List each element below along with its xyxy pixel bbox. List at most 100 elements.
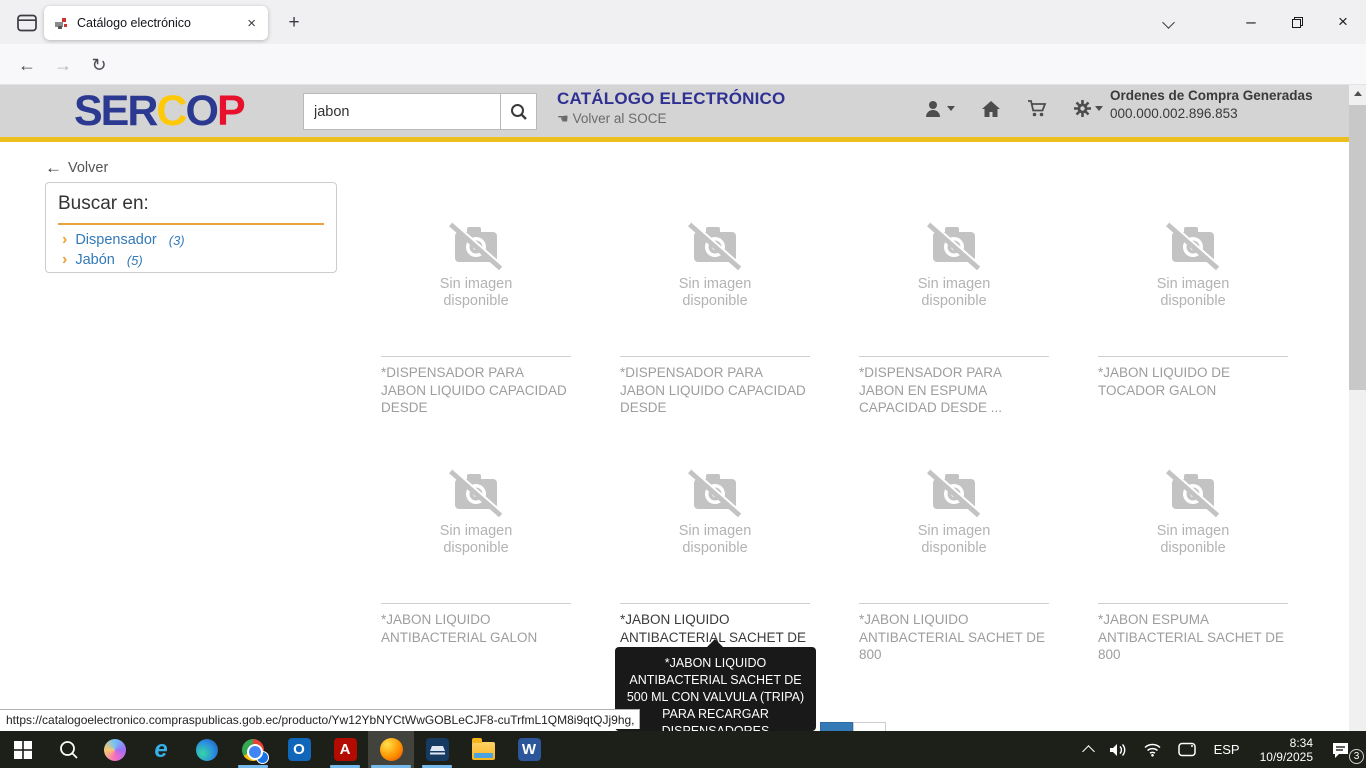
category-item[interactable]: › Dispensador (3) (58, 232, 324, 248)
firefox-icon (380, 738, 403, 761)
product-card[interactable]: Sin imagendisponible *JABON LIQUIDO ANTI… (859, 465, 1049, 695)
new-tab-button[interactable]: + (280, 9, 308, 37)
product-card[interactable]: Sin imagendisponible *JABON LIQUIDO DE T… (1098, 218, 1288, 448)
start-button[interactable] (0, 731, 46, 768)
tray-expand-button[interactable] (1076, 731, 1101, 768)
taskbar-copilot-button[interactable] (92, 731, 138, 768)
no-image-text: disponible (679, 540, 752, 557)
taskbar-edge-button[interactable] (184, 731, 230, 768)
browser-tab[interactable]: Catálogo electrónico × (44, 6, 268, 40)
card-divider (1098, 603, 1288, 604)
chevron-right-icon: › (62, 253, 67, 267)
card-divider (381, 603, 571, 604)
product-card[interactable]: Sin imagendisponible *DISPENSADOR PARA J… (381, 218, 571, 448)
close-button[interactable]: × (1320, 0, 1366, 44)
tray-volume-button[interactable] (1101, 731, 1135, 768)
tab-close-icon[interactable]: × (245, 15, 258, 32)
windows-taskbar: e O A W ESP 8: (0, 731, 1366, 768)
search-input[interactable] (303, 93, 500, 130)
tab-favicon-icon (54, 16, 69, 31)
scrollbar-thumb[interactable] (1349, 105, 1366, 390)
browser-tab-bar: Catálogo electrónico × + – × (0, 0, 1366, 44)
taskbar-firefox-button[interactable] (368, 731, 414, 768)
category-count: (5) (127, 253, 143, 268)
no-image-text: Sin imagen (440, 523, 513, 540)
reload-button[interactable]: ↻ (84, 50, 114, 80)
taskbar-explorer-button[interactable] (460, 731, 506, 768)
sercop-logo[interactable]: SERCOP (74, 87, 244, 135)
tab-title: Catálogo electrónico (77, 16, 239, 30)
no-image-placeholder: Sin imagendisponible (859, 218, 1049, 318)
language-indicator[interactable]: ESP (1204, 742, 1250, 757)
outlook-icon: O (288, 738, 311, 761)
product-card[interactable]: Sin imagendisponible *DISPENSADOR PARA J… (859, 218, 1049, 448)
caret-down-icon (947, 106, 955, 111)
word-icon: W (518, 738, 541, 761)
product-card[interactable]: Sin imagendisponible *JABON LIQUIDO ANTI… (381, 465, 571, 695)
search-button[interactable] (500, 93, 537, 130)
taskbar-chrome-button[interactable] (230, 731, 276, 768)
category-link[interactable]: Jabón (75, 252, 115, 268)
no-image-text: Sin imagen (918, 276, 991, 293)
product-title[interactable]: *DISPENSADOR PARA JABON LIQUIDO CAPACIDA… (381, 364, 571, 417)
page-title: CATÁLOGO ELECTRÓNICO (557, 89, 785, 109)
product-title[interactable]: *JABON LIQUIDO ANTIBACTERIAL GALON (381, 611, 571, 646)
clock-date: 10/9/2025 (1260, 750, 1313, 764)
page-content: ←Volver Buscar en: › Dispensador (3) › J… (0, 142, 1366, 731)
category-item[interactable]: › Jabón (5) (58, 252, 324, 268)
product-title[interactable]: *JABON ESPUMA ANTIBACTERIAL SACHET DE 80… (1098, 611, 1288, 664)
back-button[interactable]: ← (12, 50, 42, 80)
search-in-title: Buscar en: (58, 193, 324, 225)
product-title[interactable]: *JABON LIQUIDO DE TOCADOR GALON (1098, 364, 1288, 399)
copilot-icon (104, 739, 126, 761)
taskbar-word-button[interactable]: W (506, 731, 552, 768)
gear-icon (1073, 99, 1092, 118)
taskbar-scanner-button[interactable] (414, 731, 460, 768)
clock[interactable]: 8:34 10/9/2025 (1250, 736, 1323, 764)
category-link[interactable]: Dispensador (75, 232, 156, 248)
taskbar-search-button[interactable] (46, 731, 92, 768)
status-url: https://catalogoelectronico.compraspubli… (0, 709, 640, 729)
caret-down-icon (1095, 106, 1103, 111)
orders-counter: Ordenes de Compra Generadas 000.000.002.… (1110, 88, 1350, 121)
no-camera-icon (684, 218, 746, 274)
cart-icon (1027, 99, 1047, 118)
notification-center-button[interactable]: 3 (1323, 731, 1366, 768)
no-camera-icon (1162, 218, 1224, 274)
user-menu-button[interactable] (925, 100, 955, 118)
taskbar-outlook-button[interactable]: O (276, 731, 322, 768)
back-link[interactable]: ←Volver (45, 158, 108, 178)
card-divider (620, 603, 810, 604)
restore-button[interactable] (1274, 0, 1320, 44)
no-image-placeholder: Sin imagendisponible (381, 218, 571, 318)
cart-button[interactable] (1027, 99, 1047, 118)
forward-button: → (48, 50, 78, 80)
no-image-text: disponible (918, 540, 991, 557)
tray-wifi-button[interactable] (1135, 731, 1170, 768)
product-card[interactable]: Sin imagendisponible *JABON ESPUMA ANTIB… (1098, 465, 1288, 695)
product-title[interactable]: *DISPENSADOR PARA JABON LIQUIDO CAPACIDA… (620, 364, 810, 417)
no-camera-icon (1162, 465, 1224, 521)
taskbar-acrobat-button[interactable]: A (322, 731, 368, 768)
no-image-text: disponible (440, 540, 513, 557)
product-title[interactable]: *JABON LIQUIDO ANTIBACTERIAL SACHET DE 8… (859, 611, 1049, 664)
search-icon (510, 103, 528, 121)
volver-soce-link[interactable]: ☚Volver al SOCE (557, 111, 666, 127)
product-title[interactable]: *DISPENSADOR PARA JABON EN ESPUMA CAPACI… (859, 364, 1049, 417)
tray-device-button[interactable] (1170, 731, 1204, 768)
screen: Catálogo electrónico × + – × ← → ↻ https… (0, 0, 1366, 768)
windows-logo-icon (14, 741, 32, 759)
no-camera-icon (445, 218, 507, 274)
settings-menu-button[interactable] (1073, 99, 1103, 118)
scroll-up-icon[interactable] (1349, 85, 1366, 102)
page-scrollbar[interactable] (1349, 85, 1366, 731)
firefox-view-icon[interactable] (10, 11, 44, 35)
site-header: SERCOP CATÁLOGO ELECTRÓNICO ☚Volver al S… (0, 85, 1366, 137)
search-in-panel: Buscar en: › Dispensador (3) › Jabón (5) (45, 182, 337, 273)
minimize-button[interactable]: – (1228, 0, 1274, 44)
taskbar-ie-button[interactable]: e (138, 731, 184, 768)
card-divider (859, 603, 1049, 604)
home-button[interactable] (981, 100, 1001, 118)
product-card[interactable]: Sin imagendisponible *DISPENSADOR PARA J… (620, 218, 810, 448)
list-all-tabs-icon[interactable] (1164, 14, 1176, 26)
